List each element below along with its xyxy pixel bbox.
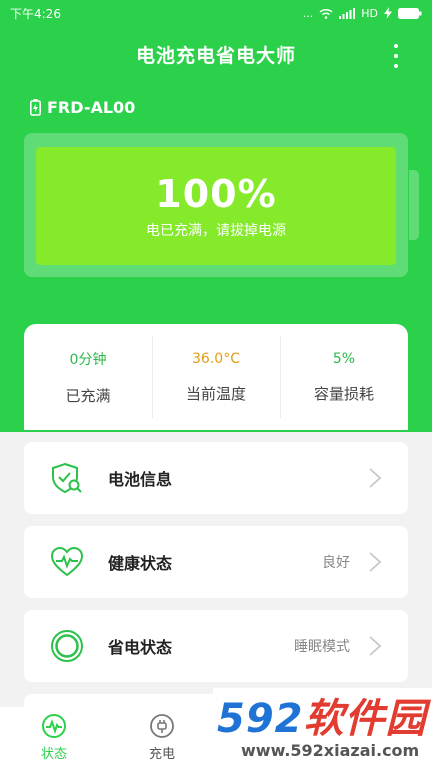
tab-charge[interactable]: 充电 [108, 707, 216, 768]
signal-icon [339, 7, 356, 19]
watermark-url: www.592xiazai.com [241, 740, 420, 760]
network-type: HD [361, 6, 378, 20]
battery-message: 电已充满，请拔掉电源 [146, 223, 286, 239]
stat-capacity-loss: 5% 容量损耗 [280, 324, 408, 430]
tab-status[interactable]: 状态 [0, 707, 108, 768]
stat-value: 36.0°C [192, 350, 240, 367]
stat-value: 0分钟 [69, 351, 107, 368]
stats-card: 0分钟 已充满 36.0°C 当前温度 5% 容量损耗 [24, 324, 408, 430]
battery-shield-icon [50, 461, 84, 495]
status-time: 下午4:26 [10, 6, 61, 21]
app-title-bar: 电池充电省电大师 [0, 26, 432, 82]
stat-charge-time: 0分钟 已充满 [24, 324, 152, 430]
chevron-right-icon [369, 636, 382, 656]
wifi-icon [319, 8, 333, 19]
watermark-logo: 592软件园 [217, 695, 427, 742]
battery-percent: 100% [155, 172, 277, 216]
plug-icon [150, 714, 174, 738]
battery-cap [409, 170, 419, 240]
stat-label: 容量损耗 [313, 384, 374, 403]
menu-item-title: 电池信息 [108, 470, 173, 489]
menu-item-title: 省电状态 [108, 638, 173, 657]
stat-label: 已充满 [65, 386, 111, 405]
stat-label: 当前温度 [185, 384, 246, 403]
notification-dots: ... [302, 6, 314, 20]
menu-item-value: 良好 [322, 555, 350, 571]
battery-status-icon [398, 7, 422, 19]
power-ring-icon [50, 629, 84, 663]
device-info: FRD-AL00 [30, 98, 135, 117]
app-title: 电池充电省电大师 [135, 44, 296, 67]
site-watermark: 592软件园 www.592xiazai.com [213, 688, 432, 768]
status-pulse-icon [42, 714, 66, 738]
tab-label: 充电 [148, 747, 175, 762]
stat-value: 5% [332, 350, 356, 367]
heart-pulse-icon [50, 545, 84, 579]
menu-item-power-saving[interactable]: 省电状态 睡眠模式 [24, 610, 408, 682]
battery-level-fill: 100% 电已充满，请拔掉电源 [36, 147, 396, 265]
charging-bolt-icon [384, 7, 392, 19]
battery-bolt-icon [30, 99, 41, 116]
status-bar: 下午4:26 ... HD [0, 0, 432, 26]
tab-label: 状态 [40, 747, 67, 762]
more-menu-icon[interactable] [386, 44, 406, 68]
stat-temperature: 36.0°C 当前温度 [152, 324, 280, 430]
menu-item-title: 健康状态 [108, 554, 173, 573]
menu-item-value: 睡眠模式 [294, 639, 350, 655]
menu-item-battery-info[interactable]: 电池信息 [24, 442, 408, 514]
chevron-right-icon [369, 468, 382, 488]
device-name: FRD-AL00 [47, 98, 136, 117]
chevron-right-icon [369, 552, 382, 572]
menu-item-health[interactable]: 健康状态 良好 [24, 526, 408, 598]
